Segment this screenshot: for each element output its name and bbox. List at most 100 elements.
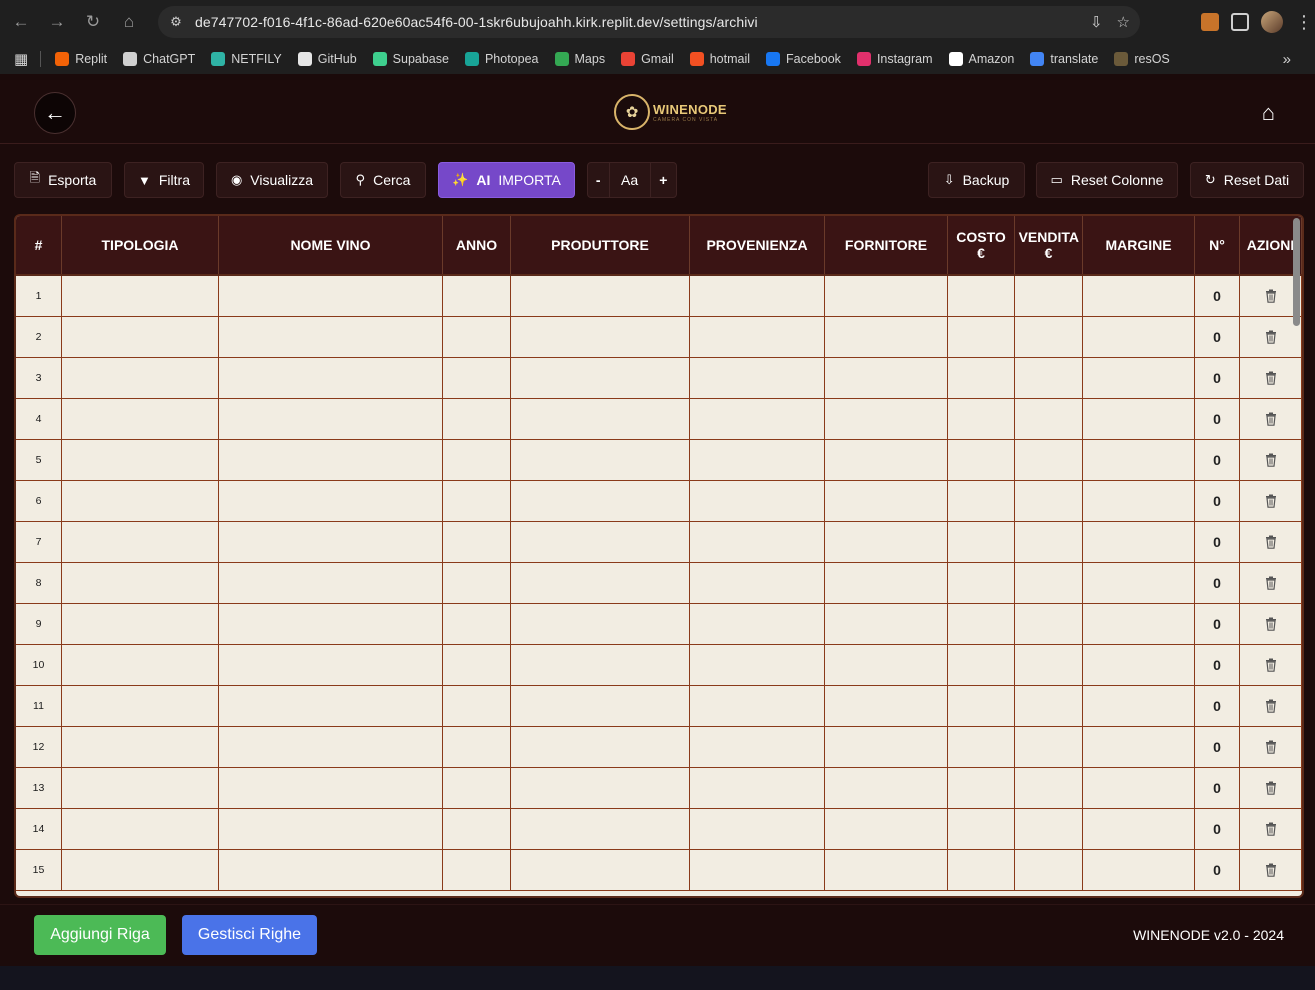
delete-row-button[interactable] [1240, 809, 1302, 849]
table-cell-provenienza[interactable] [690, 809, 825, 849]
table-cell-margine[interactable] [1083, 686, 1195, 726]
backup-button[interactable]: ⇩ Backup [928, 162, 1025, 198]
table-cell-tipologia[interactable] [62, 686, 219, 726]
table-cell-provenienza[interactable] [690, 727, 825, 767]
table-cell-margine[interactable] [1083, 276, 1195, 316]
table-cell-nome-vino[interactable] [219, 317, 443, 357]
table-cell-tipologia[interactable] [62, 768, 219, 808]
table-cell-nome-vino[interactable] [219, 604, 443, 644]
quantity-cell[interactable]: 0 [1195, 522, 1240, 562]
add-row-button[interactable]: Aggiungi Riga [34, 915, 166, 955]
table-cell-costo[interactable] [948, 399, 1015, 439]
table-cell-tipologia[interactable] [62, 850, 219, 890]
table-cell-costo[interactable] [948, 809, 1015, 849]
table-cell-vendita[interactable] [1015, 645, 1083, 685]
bookmark-item[interactable]: Photopea [464, 52, 539, 66]
quantity-cell[interactable]: 0 [1195, 481, 1240, 521]
table-cell-nome-vino[interactable] [219, 276, 443, 316]
bookmark-item[interactable]: Gmail [621, 52, 674, 66]
search-button[interactable]: ⚲ Cerca [340, 162, 426, 198]
table-cell-tipologia[interactable] [62, 481, 219, 521]
font-decrease-button[interactable]: - [588, 163, 610, 197]
quantity-cell[interactable]: 0 [1195, 686, 1240, 726]
install-icon[interactable]: ⇩ [1090, 13, 1103, 31]
table-cell-anno[interactable] [443, 645, 511, 685]
column-header[interactable]: PROVENIENZA [690, 216, 825, 274]
puzzle-icon[interactable] [1231, 13, 1249, 31]
table-cell-margine[interactable] [1083, 727, 1195, 767]
table-cell-margine[interactable] [1083, 440, 1195, 480]
table-cell-vendita[interactable] [1015, 276, 1083, 316]
view-button[interactable]: ◉ Visualizza [216, 162, 328, 198]
table-cell-costo[interactable] [948, 686, 1015, 726]
apps-grid-icon[interactable]: ▦ [14, 50, 28, 68]
table-cell-nome-vino[interactable] [219, 809, 443, 849]
column-header[interactable]: PRODUTTORE [511, 216, 690, 274]
table-cell-provenienza[interactable] [690, 604, 825, 644]
table-cell-margine[interactable] [1083, 604, 1195, 644]
table-cell-fornitore[interactable] [825, 563, 948, 603]
quantity-cell[interactable]: 0 [1195, 399, 1240, 439]
table-cell-anno[interactable] [443, 522, 511, 562]
menu-dots-icon[interactable]: ⋮ [1295, 12, 1313, 33]
table-cell-vendita[interactable] [1015, 317, 1083, 357]
table-cell-vendita[interactable] [1015, 399, 1083, 439]
table-cell-margine[interactable] [1083, 358, 1195, 398]
table-cell-provenienza[interactable] [690, 850, 825, 890]
table-cell-margine[interactable] [1083, 809, 1195, 849]
table-cell-anno[interactable] [443, 604, 511, 644]
column-header[interactable]: FORNITORE [825, 216, 948, 274]
table-cell-tipologia[interactable] [62, 563, 219, 603]
table-cell-vendita[interactable] [1015, 686, 1083, 726]
table-cell-margine[interactable] [1083, 317, 1195, 357]
table-cell-anno[interactable] [443, 440, 511, 480]
bookmark-item[interactable]: hotmail [689, 52, 750, 66]
table-cell-provenienza[interactable] [690, 317, 825, 357]
delete-row-button[interactable] [1240, 686, 1302, 726]
bookmark-item[interactable]: Replit [55, 52, 107, 66]
table-cell-margine[interactable] [1083, 522, 1195, 562]
profile-avatar[interactable] [1261, 11, 1283, 33]
quantity-cell[interactable]: 0 [1195, 604, 1240, 644]
table-cell-tipologia[interactable] [62, 440, 219, 480]
table-cell-vendita[interactable] [1015, 440, 1083, 480]
table-cell-costo[interactable] [948, 276, 1015, 316]
table-cell-costo[interactable] [948, 768, 1015, 808]
quantity-cell[interactable]: 0 [1195, 276, 1240, 316]
export-button[interactable]: 🗎 Esporta [14, 162, 112, 198]
table-cell-tipologia[interactable] [62, 317, 219, 357]
table-cell-fornitore[interactable] [825, 276, 948, 316]
table-cell-nome-vino[interactable] [219, 481, 443, 521]
delete-row-button[interactable] [1240, 522, 1302, 562]
quantity-cell[interactable]: 0 [1195, 768, 1240, 808]
table-cell-nome-vino[interactable] [219, 522, 443, 562]
table-cell-margine[interactable] [1083, 850, 1195, 890]
more-bookmarks-icon[interactable]: » [1283, 51, 1291, 68]
column-header[interactable]: VENDITA € [1015, 216, 1083, 274]
table-cell-tipologia[interactable] [62, 276, 219, 316]
table-cell-produttore[interactable] [511, 850, 690, 890]
table-cell-anno[interactable] [443, 563, 511, 603]
table-cell-provenienza[interactable] [690, 768, 825, 808]
bookmark-item[interactable]: Instagram [856, 52, 933, 66]
table-cell-anno[interactable] [443, 768, 511, 808]
column-header[interactable]: ANNO [443, 216, 511, 274]
bookmark-star-icon[interactable]: ☆ [1117, 13, 1130, 31]
column-header[interactable]: TIPOLOGIA [62, 216, 219, 274]
table-cell-produttore[interactable] [511, 645, 690, 685]
table-cell-margine[interactable] [1083, 481, 1195, 521]
table-cell-produttore[interactable] [511, 563, 690, 603]
table-cell-vendita[interactable] [1015, 563, 1083, 603]
table-cell-provenienza[interactable] [690, 399, 825, 439]
table-cell-nome-vino[interactable] [219, 727, 443, 767]
quantity-cell[interactable]: 0 [1195, 317, 1240, 357]
quantity-cell[interactable]: 0 [1195, 440, 1240, 480]
table-cell-vendita[interactable] [1015, 522, 1083, 562]
table-cell-tipologia[interactable] [62, 727, 219, 767]
table-cell-fornitore[interactable] [825, 727, 948, 767]
extension-icon[interactable] [1201, 13, 1219, 31]
table-cell-tipologia[interactable] [62, 358, 219, 398]
bookmark-item[interactable]: Facebook [766, 52, 841, 66]
quantity-cell[interactable]: 0 [1195, 850, 1240, 890]
quantity-cell[interactable]: 0 [1195, 727, 1240, 767]
